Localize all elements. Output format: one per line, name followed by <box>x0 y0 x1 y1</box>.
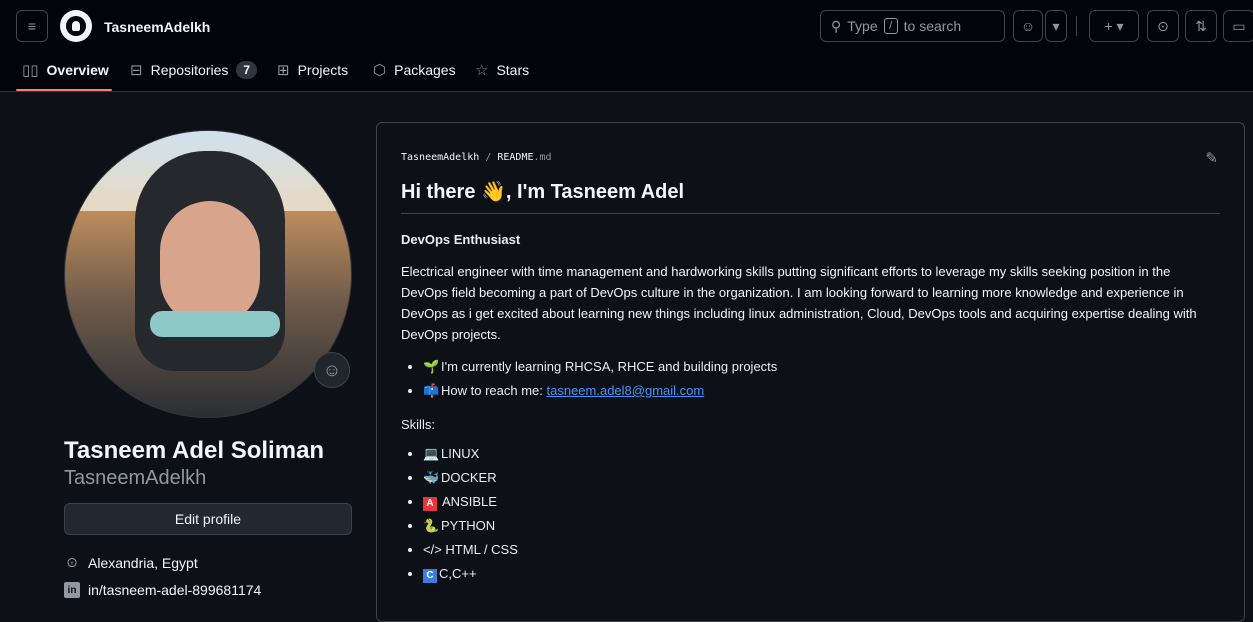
repositories-count-badge: 7 <box>236 61 258 79</box>
search-input[interactable]: ⚲ Type / to search <box>820 10 1005 42</box>
book-icon: ▯▯ <box>22 62 39 79</box>
search-icon: ⚲ <box>831 17 842 34</box>
location-text: Alexandria, Egypt <box>88 554 198 571</box>
location-pin-icon: ⊙ <box>66 554 78 570</box>
readme-bio: Electrical engineer with time management… <box>401 264 1197 342</box>
tab-projects-label: Projects <box>297 62 349 78</box>
tab-repositories-label: Repositories <box>150 62 229 78</box>
set-status-smiley-icon[interactable]: ☺ <box>314 352 350 388</box>
readme-card: TasneemAdelkh / README.md ✎ Hi there 👋, … <box>376 122 1245 622</box>
active-tab-indicator <box>16 89 112 91</box>
list-item: </> HTML / CSS <box>423 538 1220 562</box>
skill-linux: LINUX <box>441 446 480 461</box>
skill-python: PYTHON <box>441 518 496 533</box>
linkedin-link[interactable]: in/tasneem-adel-899681174 <box>88 582 261 598</box>
search-suffix: to search <box>903 18 962 34</box>
profile-login: TasneemAdelkh <box>64 467 207 489</box>
search-shortcut-key: / <box>883 18 898 34</box>
repo-icon: ⊟ <box>130 62 143 79</box>
tab-projects[interactable]: ⊞ Projects <box>277 50 348 90</box>
list-item: 🐳DOCKER <box>423 466 1220 490</box>
copilot-icon[interactable]: ☺ <box>1013 10 1043 42</box>
issues-icon[interactable]: ⊙ <box>1147 10 1179 42</box>
skill-docker: DOCKER <box>441 470 497 485</box>
readme-info-list: 🌱I'm currently learning RHCSA, RHCE and … <box>401 355 1220 403</box>
list-item: A ANSIBLE <box>423 490 1220 514</box>
list-item: 💻LINUX <box>423 442 1220 466</box>
seedling-icon: 🌱 <box>423 359 440 374</box>
skill-c-cpp: C,C++ <box>439 566 477 581</box>
list-item: 🐍PYTHON <box>423 514 1220 538</box>
tab-overview[interactable]: ▯▯ Overview <box>22 50 109 90</box>
reach-prefix: How to reach me: <box>441 383 543 398</box>
copilot-dropdown-icon[interactable]: ▾ <box>1045 10 1067 42</box>
skill-ansible: ANSIBLE <box>442 494 497 509</box>
inbox-icon[interactable]: ▭ <box>1223 10 1253 42</box>
profile-tabs: ▯▯ Overview ⊟ Repositories 7 ⊞ Projects … <box>0 50 1253 92</box>
hamburger-menu-icon[interactable]: ≡ <box>16 10 48 42</box>
c-language-icon: C <box>423 569 437 583</box>
breadcrumb-separator: / <box>485 152 492 163</box>
linkedin-icon: in <box>64 582 80 598</box>
mailbox-icon: 📫 <box>423 383 440 398</box>
tab-stars[interactable]: ☆ Stars <box>475 50 529 90</box>
tab-packages-label: Packages <box>394 62 456 78</box>
package-icon: ⬡ <box>373 62 387 79</box>
tab-repositories[interactable]: ⊟ Repositories 7 <box>130 50 258 90</box>
laptop-icon: 💻 <box>423 446 440 461</box>
readme-owner[interactable]: TasneemAdelkh <box>401 152 479 163</box>
tab-packages[interactable]: ⬡ Packages <box>373 50 456 90</box>
skills-list: 💻LINUX 🐳DOCKER A ANSIBLE 🐍PYTHON </> HTML… <box>401 442 1220 586</box>
whale-icon: 🐳 <box>423 470 440 485</box>
snake-icon: 🐍 <box>423 518 440 533</box>
ansible-icon: A <box>423 497 437 511</box>
profile-full-name: Tasneem Adel Soliman <box>64 437 325 464</box>
skills-label: Skills: <box>401 417 435 432</box>
list-item: 🌱I'm currently learning RHCSA, RHCE and … <box>423 355 1220 379</box>
email-link[interactable]: tasneem.adel8@gmail.com <box>547 383 705 398</box>
create-new-icon[interactable]: + ▾ <box>1089 10 1139 42</box>
pull-requests-icon[interactable]: ⇅ <box>1185 10 1217 42</box>
readme-breadcrumb: TasneemAdelkh / README.md <box>401 152 1220 163</box>
table-icon: ⊞ <box>277 62 290 79</box>
profile-linkedin[interactable]: in in/tasneem-adel-899681174 <box>64 582 261 598</box>
list-item: 📫How to reach me: tasneem.adel8@gmail.co… <box>423 379 1220 403</box>
readme-file-ext: .md <box>533 152 552 163</box>
avatar[interactable] <box>64 130 352 418</box>
edit-readme-pencil-icon[interactable]: ✎ <box>1205 149 1218 167</box>
learning-text: I'm currently learning RHCSA, RHCE and b… <box>441 359 778 374</box>
skill-html-css: </> HTML / CSS <box>423 542 518 557</box>
edit-profile-button[interactable]: Edit profile <box>64 503 352 535</box>
header-divider <box>1076 16 1077 36</box>
header-username[interactable]: TasneemAdelkh <box>104 19 210 35</box>
readme-file-name: README <box>497 152 534 163</box>
github-logo-icon[interactable] <box>60 10 92 42</box>
readme-subtitle: DevOps Enthusiast <box>401 232 521 247</box>
readme-title: Hi there 👋, I'm Tasneem Adel <box>401 179 1220 214</box>
star-icon: ☆ <box>475 62 489 79</box>
list-item: CC,C++ <box>423 562 1220 586</box>
tab-overview-label: Overview <box>46 62 109 78</box>
top-header: ≡ TasneemAdelkh ⚲ Type / to search ☺ ▾ +… <box>0 0 1253 92</box>
profile-location: ⊙ Alexandria, Egypt <box>64 554 198 571</box>
search-prefix: Type <box>847 18 878 34</box>
tab-stars-label: Stars <box>496 62 530 78</box>
